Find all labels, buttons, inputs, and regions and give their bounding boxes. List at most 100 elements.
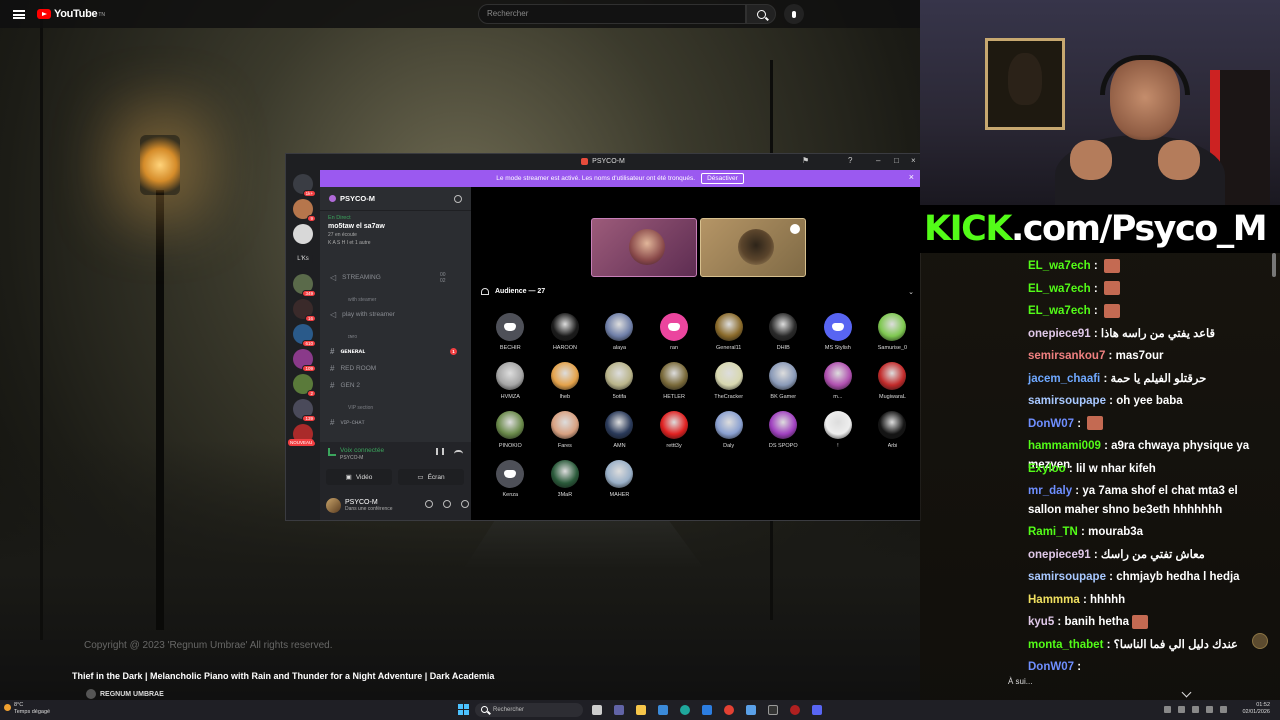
voice-connected-label[interactable]: Voix connectée	[340, 447, 384, 454]
taskview-icon[interactable]	[592, 705, 602, 715]
speaker-tile[interactable]	[591, 218, 697, 277]
avatar[interactable]	[550, 411, 579, 439]
avatar[interactable]	[496, 313, 525, 341]
channel-vip-chat[interactable]: # ᴠɪᴘ-ᴄʜᴀᴛ	[330, 418, 365, 427]
chat-username[interactable]: kyu5	[1028, 616, 1054, 628]
chevron-down-icon[interactable]: ⌄	[908, 288, 914, 296]
avatar[interactable]	[823, 362, 852, 390]
recorder-icon[interactable]	[790, 705, 800, 715]
chat-scrollbar[interactable]	[1272, 253, 1276, 277]
live-event-card[interactable]: En Direct mo5taw el sa7aw 27 en écoute K…	[320, 211, 471, 250]
menu-icon[interactable]	[13, 9, 25, 19]
help-icon[interactable]: ?	[848, 156, 852, 165]
disconnect-icon[interactable]	[454, 450, 463, 454]
photos-icon[interactable]	[746, 705, 756, 715]
close-icon[interactable]: ×	[909, 172, 914, 182]
avatar[interactable]	[496, 411, 525, 439]
category-vip[interactable]: VIP section	[348, 405, 373, 411]
audience-member[interactable]: alaya	[592, 313, 647, 351]
avatar[interactable]	[878, 411, 907, 439]
avatar[interactable]	[823, 411, 852, 439]
avatar[interactable]	[550, 460, 579, 488]
disable-streamer-mode-button[interactable]: Désactiver	[701, 173, 744, 184]
avatar[interactable]	[769, 313, 798, 341]
channel-red-room[interactable]: # RED ROOM	[330, 364, 376, 373]
chat-username[interactable]: EL_wa7ech	[1028, 260, 1091, 272]
audience-member[interactable]: HETLER	[647, 362, 702, 400]
avatar[interactable]	[605, 460, 634, 488]
avatar[interactable]	[769, 411, 798, 439]
wifi-icon[interactable]	[1192, 706, 1199, 713]
chat-username[interactable]: EL_wa7ech	[1028, 283, 1091, 295]
audience-header[interactable]: Audience — 27	[481, 288, 545, 295]
avatar[interactable]	[714, 313, 743, 341]
audience-member[interactable]: 3MaR	[538, 460, 593, 498]
server-icon[interactable]: 2	[293, 374, 316, 397]
avatar[interactable]	[714, 411, 743, 439]
server-icon[interactable]: 610	[293, 324, 316, 347]
chat-username[interactable]: semirsankou7	[1028, 350, 1105, 362]
category-with-streamer[interactable]: with steamer	[348, 297, 376, 303]
taskbar-search[interactable]: Rechercher	[475, 703, 583, 717]
discord-icon[interactable]	[812, 705, 822, 715]
channel-play-with-streamer[interactable]: ◁ play with streamer	[330, 310, 395, 319]
chat-username[interactable]: monta_thabet	[1028, 639, 1103, 651]
avatar[interactable]	[550, 313, 579, 341]
voice-search-button[interactable]	[784, 4, 804, 24]
obs-icon[interactable]	[768, 705, 778, 715]
chevron-down-icon[interactable]	[1181, 687, 1192, 698]
audience-member[interactable]: AMN	[592, 411, 647, 449]
chat-username[interactable]: onepiece91	[1028, 328, 1091, 340]
chat-username[interactable]: Exyloo	[1028, 463, 1066, 475]
chat-username[interactable]: samirsoupape	[1028, 395, 1106, 407]
chevron-up-icon[interactable]	[1164, 706, 1171, 713]
category-info[interactable]: ɪɴғᴏ	[348, 334, 357, 340]
chat-username[interactable]: onepiece91	[1028, 549, 1091, 561]
server-icon[interactable]: 9	[293, 199, 316, 222]
chrome-icon[interactable]	[724, 705, 734, 715]
avatar[interactable]	[823, 313, 852, 341]
network-icon[interactable]	[1178, 706, 1185, 713]
volume-icon[interactable]	[1206, 706, 1213, 713]
chat-username[interactable]: samirsoupape	[1028, 571, 1106, 583]
avatar[interactable]	[660, 313, 689, 341]
teams-icon[interactable]	[614, 705, 624, 715]
channel-general[interactable]: # ɢᴇɴᴇʀᴀʟ 1	[330, 347, 457, 356]
start-button[interactable]	[458, 704, 469, 715]
chat-username[interactable]: jacem_chaafi	[1028, 373, 1100, 385]
audience-member[interactable]: rettt3y	[647, 411, 702, 449]
channel-gen2[interactable]: # GEN 2	[330, 381, 360, 390]
audience-member[interactable]: m...	[811, 362, 866, 400]
audience-member[interactable]: Arbi	[865, 411, 920, 449]
channel-name[interactable]: REGNUM UMBRAE	[100, 691, 164, 698]
weather-icon[interactable]	[4, 704, 11, 711]
audience-member[interactable]: !	[811, 411, 866, 449]
battery-icon[interactable]	[1220, 706, 1227, 713]
avatar[interactable]	[660, 411, 689, 439]
speaker-tile[interactable]	[700, 218, 806, 277]
audience-member[interactable]: MS Stylish	[811, 313, 866, 351]
server-icon[interactable]: 16	[293, 299, 316, 322]
inbox-icon[interactable]: ⚑	[802, 156, 809, 165]
audience-member[interactable]: lheb	[538, 362, 593, 400]
chat-username[interactable]: DonW07	[1028, 418, 1074, 430]
avatar[interactable]	[605, 362, 634, 390]
avatar[interactable]	[496, 460, 525, 488]
avatar[interactable]	[496, 362, 525, 390]
avatar[interactable]	[878, 362, 907, 390]
screen-share-button[interactable]: ▭ Écran	[398, 469, 464, 485]
avatar[interactable]	[326, 497, 341, 513]
headphones-icon[interactable]	[443, 500, 451, 508]
gear-icon[interactable]	[461, 500, 469, 508]
search-button[interactable]	[746, 4, 776, 24]
close-button[interactable]: ×	[911, 156, 916, 165]
chat-username[interactable]: hammami009	[1028, 440, 1101, 452]
server-icon[interactable]: 1k+	[293, 174, 316, 197]
audience-member[interactable]: MAHER	[592, 460, 647, 498]
channel-avatar[interactable]	[86, 689, 96, 699]
avatar[interactable]	[550, 362, 579, 390]
search-input[interactable]: Rechercher	[478, 4, 746, 24]
audience-member[interactable]: DS SPOPO	[756, 411, 811, 449]
server-icon[interactable]: 139	[293, 399, 316, 422]
audience-member[interactable]: Samurise_0	[865, 313, 920, 351]
